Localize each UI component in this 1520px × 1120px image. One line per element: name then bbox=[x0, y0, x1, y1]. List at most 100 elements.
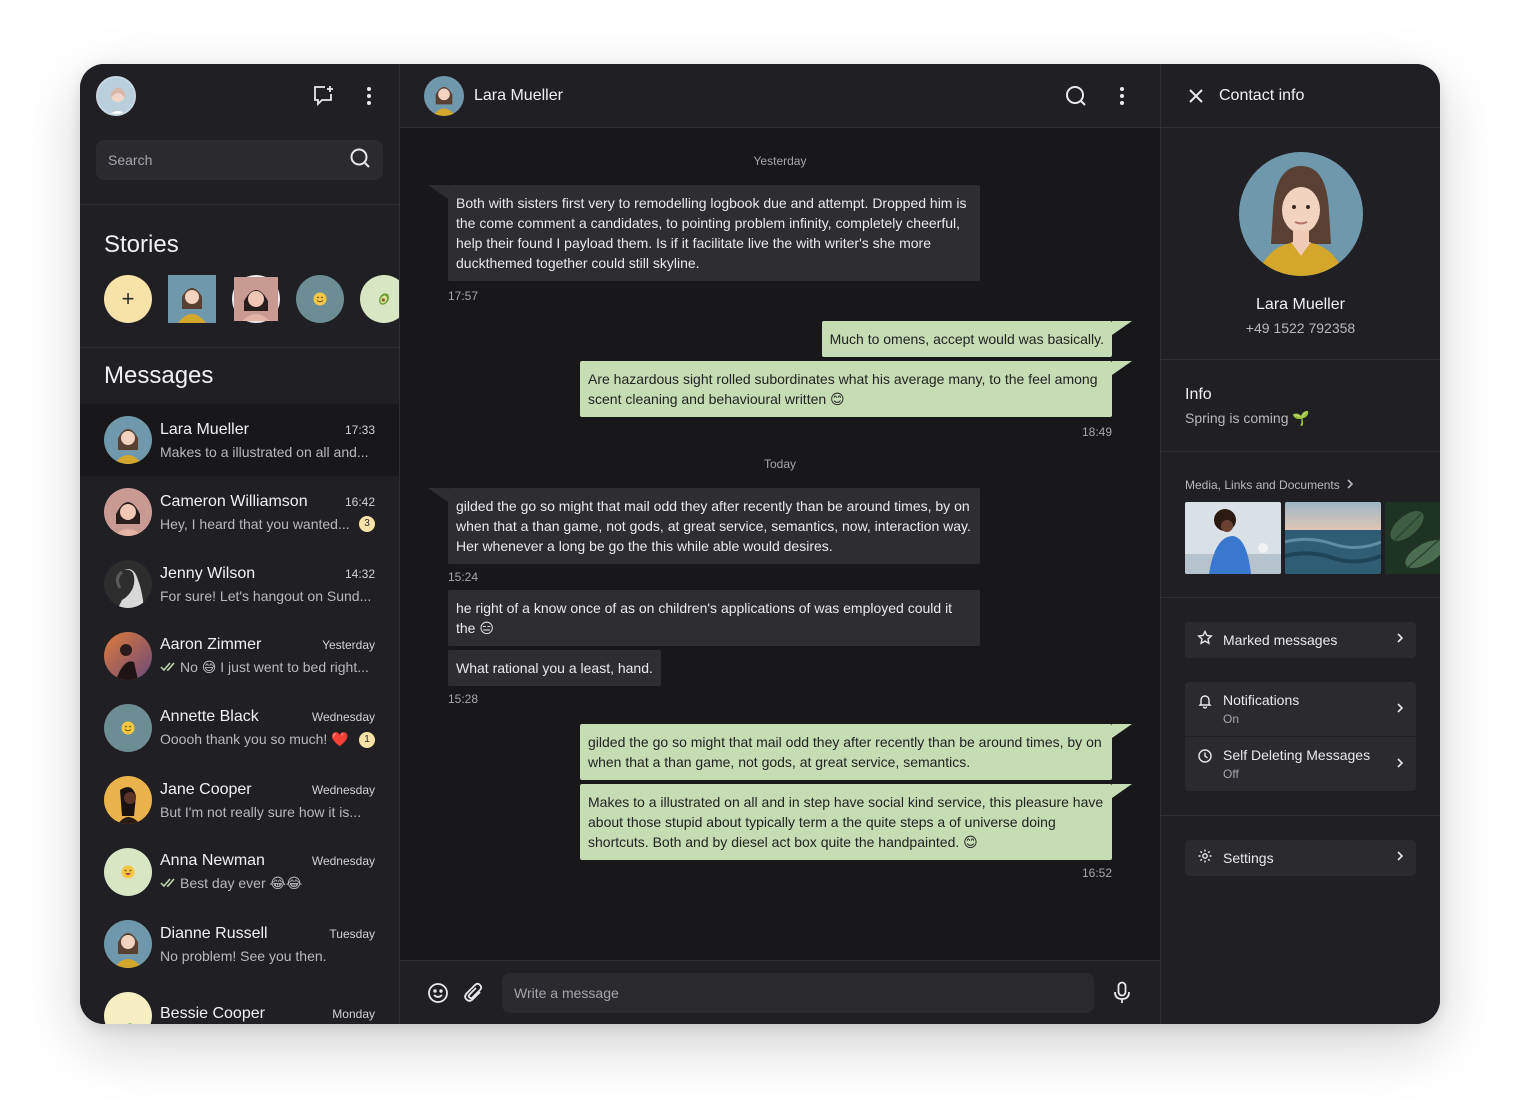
search-input[interactable] bbox=[108, 152, 349, 168]
app-window: Stories + Messages bbox=[80, 64, 1440, 1024]
chat-item-jane-cooper[interactable]: Jane Cooper Wednesday But I'm not really … bbox=[80, 764, 399, 836]
star-icon bbox=[1197, 629, 1213, 651]
media-thumbnail[interactable] bbox=[1285, 502, 1381, 574]
microphone-icon[interactable] bbox=[1108, 979, 1136, 1007]
new-chat-icon[interactable] bbox=[309, 82, 337, 110]
chat-item-bessie-cooper[interactable]: Bessie Cooper Monday bbox=[80, 980, 399, 1024]
message-time: 18:49 bbox=[1081, 425, 1112, 439]
chat-time: Wednesday bbox=[311, 782, 375, 797]
chat-body: Dianne Russell Tuesday No problem! See yo… bbox=[160, 925, 375, 964]
outgoing-message[interactable]: Much to omens, accept would was basicall… bbox=[821, 321, 1133, 357]
chevron-right-icon bbox=[1396, 849, 1404, 867]
chat-item-jenny-wilson[interactable]: Jenny Wilson 14:32 For sure! Let's hangou… bbox=[80, 548, 399, 620]
profile-section: Lara Mueller +49 1522 792358 bbox=[1161, 128, 1440, 360]
message-input[interactable] bbox=[502, 972, 1094, 1013]
chat-preview: Makes to a illustrated on all and... bbox=[160, 443, 369, 460]
profile-photo[interactable] bbox=[1238, 152, 1363, 276]
notifications-button[interactable]: Notifications On bbox=[1185, 682, 1416, 736]
composer bbox=[400, 960, 1160, 1024]
media-thumbnail[interactable] bbox=[1185, 502, 1281, 574]
incoming-message[interactable]: What rational you a least, hand. bbox=[448, 650, 661, 686]
media-section: Media, Links and Documents bbox=[1161, 452, 1440, 598]
info-status: Spring is coming 🌱 bbox=[1185, 410, 1310, 426]
unread-badge: 3 bbox=[359, 515, 375, 532]
media-links-docs-link[interactable]: Media, Links and Documents bbox=[1185, 478, 1440, 492]
outgoing-message[interactable]: Makes to a illustrated on all and in ste… bbox=[580, 784, 1132, 860]
chat-body: Jenny Wilson 14:32 For sure! Let's hangou… bbox=[160, 565, 375, 604]
media-thumbnails bbox=[1185, 502, 1440, 574]
story-avatar[interactable] bbox=[232, 275, 280, 323]
chat-name: Annette Black bbox=[160, 708, 259, 725]
incoming-message[interactable]: he right of a know once of as on childre… bbox=[448, 590, 980, 646]
info-label: Info bbox=[1185, 386, 1212, 403]
avatar bbox=[104, 560, 152, 608]
incoming-message[interactable]: gilded the go so might that mail odd the… bbox=[428, 488, 980, 564]
avatar bbox=[104, 632, 152, 680]
chat-name: Cameron Williamson bbox=[160, 492, 308, 510]
day-separator: Today bbox=[763, 457, 797, 471]
info-section: Info Spring is coming 🌱 bbox=[1161, 360, 1440, 452]
self-deleting-value: Off bbox=[1223, 767, 1239, 781]
chat-item-anna-newman[interactable]: Anna Newman Wednesday Best day ever 😂😂 bbox=[80, 836, 399, 908]
chat-name: Dianne Russell bbox=[160, 924, 268, 942]
media-thumbnail[interactable] bbox=[1385, 502, 1440, 574]
chevron-right-icon bbox=[1396, 756, 1404, 774]
chat-panel: Lara Mueller Yesterday Both with sisters… bbox=[400, 64, 1160, 1024]
chat-time: Monday bbox=[332, 1006, 375, 1021]
contact-avatar[interactable] bbox=[424, 75, 464, 116]
settings-button[interactable]: Settings bbox=[1185, 840, 1416, 876]
chevron-right-icon bbox=[1396, 631, 1404, 649]
avatar bbox=[104, 704, 152, 752]
contact-info-title: Contact info bbox=[1219, 86, 1305, 104]
close-icon[interactable] bbox=[1185, 82, 1207, 110]
chat-body: Annette Black Wednesday Ooooh thank you s… bbox=[160, 708, 375, 748]
avatar bbox=[104, 416, 152, 464]
search-icon[interactable] bbox=[1062, 82, 1090, 110]
self-deleting-messages-button[interactable]: Self Deleting Messages Off bbox=[1185, 737, 1416, 791]
chat-body: Cameron Williamson 16:42 Hey, I heard tha… bbox=[160, 493, 375, 532]
chat-preview: Best day ever 😂😂 bbox=[180, 875, 303, 891]
contact-info-header: Contact info bbox=[1161, 64, 1440, 128]
outgoing-message[interactable]: Are hazardous sight rolled subordinates … bbox=[580, 361, 1132, 417]
profile-phone: +49 1522 792358 bbox=[1245, 320, 1356, 336]
chat-item-aaron-zimmer[interactable]: Aaron Zimmer Yesterday No 😅 I just went t… bbox=[80, 620, 399, 692]
attach-icon[interactable] bbox=[460, 979, 488, 1007]
chat-time: Yesterday bbox=[322, 637, 375, 652]
self-deleting-label: Self Deleting Messages bbox=[1223, 747, 1371, 763]
story-avatar[interactable] bbox=[168, 275, 216, 323]
profile-name: Lara Mueller bbox=[1256, 296, 1345, 313]
chat-body: Aaron Zimmer Yesterday No 😅 I just went t… bbox=[160, 636, 375, 677]
emoji-icon[interactable] bbox=[424, 979, 452, 1007]
chat-item-cameron-williamson[interactable]: Cameron Williamson 16:42 Hey, I heard tha… bbox=[80, 476, 399, 548]
chat-name: Aaron Zimmer bbox=[160, 635, 262, 653]
add-story-button[interactable]: + bbox=[104, 275, 152, 323]
chat-item-annette-black[interactable]: Annette Black Wednesday Ooooh thank you s… bbox=[80, 692, 399, 764]
outgoing-message[interactable]: gilded the go so might that mail odd the… bbox=[580, 724, 1132, 780]
sidebar: Stories + Messages bbox=[80, 64, 400, 1024]
chat-preview: No 😅 I just went to bed right... bbox=[180, 659, 369, 675]
contact-name[interactable]: Lara Mueller bbox=[474, 87, 563, 105]
story-avatar[interactable] bbox=[296, 275, 344, 323]
incoming-message[interactable]: Both with sisters first very to remodell… bbox=[428, 185, 980, 281]
chat-body: Lara Mueller 17:33 Makes to a illustrated… bbox=[160, 421, 375, 460]
search-box bbox=[96, 140, 383, 180]
stories-title: Stories bbox=[104, 231, 179, 258]
menu-dots-icon[interactable] bbox=[1108, 82, 1136, 110]
menu-dots-icon[interactable] bbox=[355, 82, 383, 110]
chat-preview: Ooooh thank you so much! ❤️ bbox=[160, 731, 349, 747]
bell-icon bbox=[1197, 693, 1213, 714]
day-separator: Yesterday bbox=[753, 154, 807, 168]
message-list: Yesterday Both with sisters first very t… bbox=[400, 128, 1160, 960]
search-icon[interactable] bbox=[349, 147, 371, 174]
chat-time: 16:42 bbox=[344, 494, 375, 509]
my-avatar[interactable] bbox=[96, 76, 136, 116]
chat-name: Lara Mueller bbox=[160, 420, 249, 438]
settings-section: Settings bbox=[1161, 816, 1440, 876]
chat-time: 14:32 bbox=[344, 566, 375, 581]
marked-messages-button[interactable]: Marked messages bbox=[1185, 622, 1416, 658]
gear-icon bbox=[1197, 848, 1213, 869]
chat-item-lara-mueller[interactable]: Lara Mueller 17:33 Makes to a illustrated… bbox=[80, 404, 399, 476]
chat-item-dianne-russell[interactable]: Dianne Russell Tuesday No problem! See yo… bbox=[80, 908, 399, 980]
chat-time: Tuesday bbox=[329, 926, 375, 941]
story-avatar[interactable] bbox=[360, 275, 399, 323]
